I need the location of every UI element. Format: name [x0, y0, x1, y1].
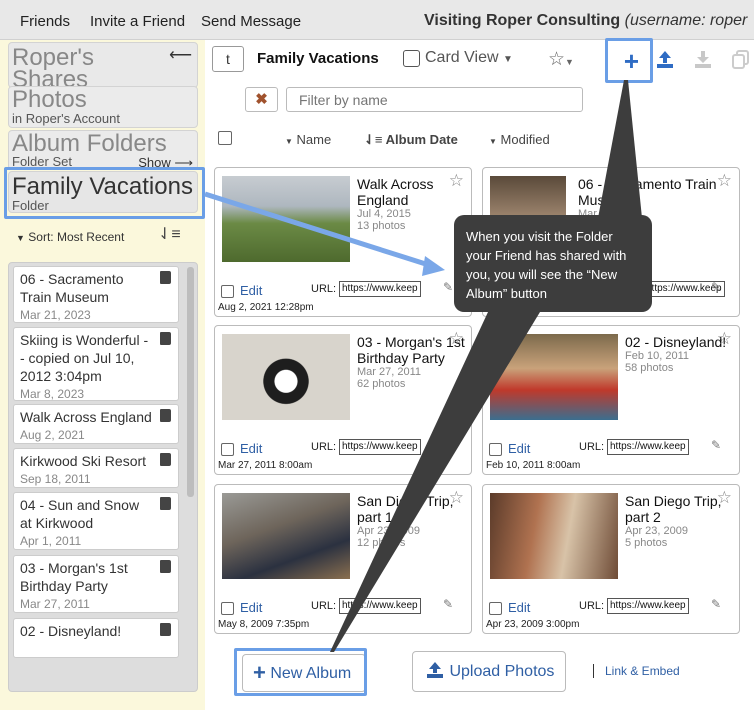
- annotation-arrows: [204, 80, 642, 652]
- arrow-line: [204, 191, 433, 269]
- arrow-head: [422, 256, 445, 276]
- help-tooltip: When you visit the Folder your Friend ha…: [454, 215, 652, 312]
- tooltip-pointer-down: [330, 312, 540, 652]
- tooltip-pointer-up: [598, 80, 642, 218]
